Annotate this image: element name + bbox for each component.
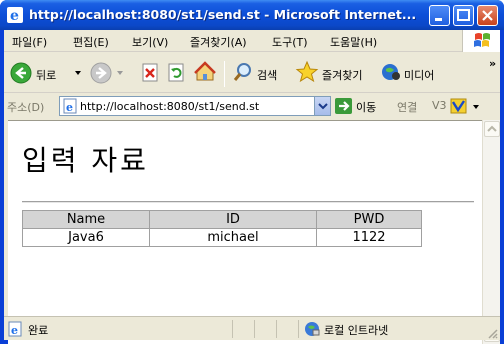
status-divider: [298, 320, 299, 338]
page-title: 입력 자료: [22, 144, 149, 177]
media-button-label[interactable]: 미디어: [404, 67, 434, 83]
v3-antivirus-icon[interactable]: [450, 98, 468, 114]
horizontal-rule: [22, 201, 474, 203]
toolbar-separator: [224, 61, 225, 87]
address-label: 주소(D): [7, 101, 45, 114]
security-zone-label: 로컬 인트라넷: [324, 324, 389, 337]
browser-frame: 파일(F) 편집(E) 보기(V) 즐겨찾기(A) 도구(T) 도움말(H) 뒤: [4, 30, 500, 344]
table-header-row: Name ID PWD: [22, 210, 422, 229]
back-button-label[interactable]: 뒤로: [36, 67, 56, 83]
go-button-label[interactable]: 이동: [356, 99, 376, 115]
go-arrow-icon[interactable]: [335, 98, 352, 114]
toolbar: 뒤로 검색 즐겨찾기 미디어 »: [4, 53, 500, 93]
menu-favorites[interactable]: 즐겨찾기(A): [190, 34, 247, 50]
address-bar: 주소(D) e http://localhost:8080/st1/send.s…: [4, 94, 500, 118]
favorites-star-icon[interactable]: [295, 60, 319, 84]
menu-help[interactable]: 도움말(H): [330, 34, 377, 50]
title-bar[interactable]: e http://localhost:8080/st1/send.st - Mi…: [0, 0, 504, 30]
status-divider: [254, 320, 255, 338]
stop-icon[interactable]: [141, 63, 161, 83]
table-header-id: ID: [149, 210, 317, 229]
home-icon[interactable]: [194, 61, 216, 83]
status-text: 완료: [28, 324, 49, 337]
minimize-button[interactable]: [429, 5, 450, 26]
svg-text:e: e: [66, 101, 73, 114]
scroll-up-button[interactable]: [484, 121, 500, 137]
page-done-icon: e: [8, 321, 22, 337]
toolbar-overflow-chevron[interactable]: »: [489, 57, 496, 70]
media-icon[interactable]: [380, 61, 402, 83]
back-arrow-icon[interactable]: [10, 62, 32, 84]
table-cell-name: Java6: [22, 228, 150, 247]
v3-dropdown-icon[interactable]: [472, 103, 480, 111]
chevron-up-icon: [487, 125, 497, 132]
address-dropdown-button[interactable]: [314, 97, 330, 115]
page-icon: e: [63, 98, 77, 114]
forward-dropdown-icon[interactable]: [116, 69, 124, 77]
address-input[interactable]: e http://localhost:8080/st1/send.st: [59, 96, 331, 116]
search-button-label[interactable]: 검색: [257, 67, 277, 83]
table-header-name: Name: [22, 210, 150, 229]
menu-file[interactable]: 파일(F): [12, 34, 47, 50]
refresh-icon[interactable]: [167, 63, 187, 83]
data-table: Name ID PWD Java6 michael 1122: [22, 210, 422, 247]
status-divider: [232, 320, 233, 338]
window-title: http://localhost:8080/st1/send.st - Micr…: [29, 7, 417, 22]
intranet-zone-icon: [305, 322, 320, 336]
menu-bar: 파일(F) 편집(E) 보기(V) 즐겨찾기(A) 도구(T) 도움말(H): [4, 30, 500, 52]
browser-window: e http://localhost:8080/st1/send.st - Mi…: [0, 0, 504, 344]
maximize-icon: [457, 9, 470, 21]
chevron-down-icon: [318, 103, 328, 110]
table-cell-pwd: 1122: [316, 228, 422, 247]
table-header-pwd: PWD: [316, 210, 422, 229]
maximize-button[interactable]: [453, 5, 474, 26]
links-label[interactable]: 연결: [397, 99, 417, 115]
v3-label[interactable]: V3: [432, 99, 447, 112]
close-icon: [482, 10, 493, 21]
windows-logo: [462, 30, 500, 52]
close-button[interactable]: [477, 5, 498, 26]
forward-arrow-icon[interactable]: [90, 62, 112, 84]
back-dropdown-icon[interactable]: [74, 69, 82, 77]
table-cell-id: michael: [149, 228, 317, 247]
search-icon[interactable]: [232, 61, 254, 83]
status-bar: e 완료 로컬 인트라넷: [4, 316, 500, 340]
svg-text:e: e: [11, 324, 18, 337]
status-divider: [276, 320, 277, 338]
vertical-scrollbar[interactable]: [482, 120, 500, 344]
favorites-button-label[interactable]: 즐겨찾기: [322, 67, 362, 83]
resize-grip-icon[interactable]: [486, 327, 498, 339]
menu-edit[interactable]: 편집(E): [73, 34, 109, 50]
page-viewport: 입력 자료 Name ID PWD Java6 michael 1122: [8, 120, 482, 344]
ie-icon: e: [7, 7, 23, 23]
table-row: Java6 michael 1122: [22, 228, 422, 247]
menu-view[interactable]: 보기(V): [132, 34, 168, 50]
minimize-icon: [435, 18, 442, 21]
svg-text:e: e: [10, 8, 19, 23]
address-url[interactable]: http://localhost:8080/st1/send.st: [80, 100, 259, 113]
menu-tools[interactable]: 도구(T): [272, 34, 308, 50]
